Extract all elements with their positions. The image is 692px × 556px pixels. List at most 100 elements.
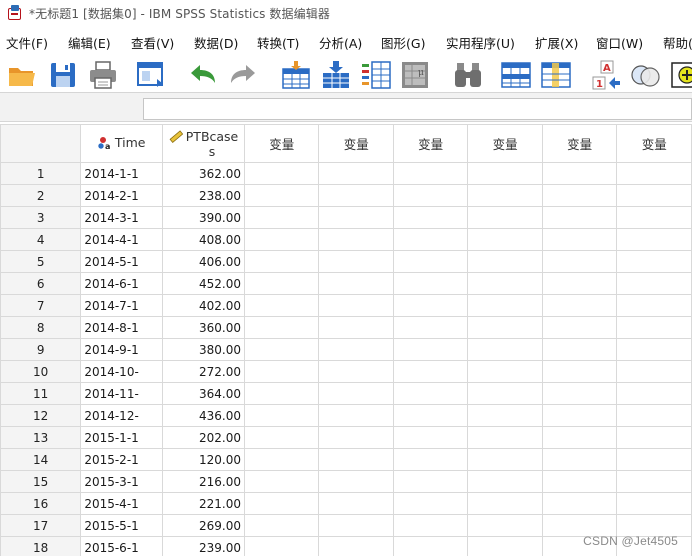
- cell-ptbcases[interactable]: 408.00: [162, 228, 245, 251]
- column-header-empty[interactable]: 变量: [467, 124, 543, 163]
- value-labels-button[interactable]: A 1: [590, 58, 624, 92]
- dialog-recall-button[interactable]: [134, 58, 168, 92]
- cell-empty[interactable]: [243, 448, 320, 471]
- menu-view[interactable]: 查看(V): [131, 33, 174, 52]
- cell-empty[interactable]: [541, 162, 618, 185]
- cell-empty[interactable]: [392, 294, 469, 317]
- cell-time[interactable]: 2014-7-1: [80, 294, 164, 317]
- column-header-empty[interactable]: 变量: [616, 124, 692, 163]
- row-number[interactable]: 14: [0, 448, 82, 471]
- cell-empty[interactable]: [318, 184, 394, 207]
- row-number[interactable]: 17: [0, 514, 82, 537]
- cell-ptbcases[interactable]: 216.00: [162, 470, 245, 493]
- column-header-empty[interactable]: 变量: [243, 124, 320, 163]
- insert-cases-button[interactable]: [499, 58, 533, 92]
- cell-ptbcases[interactable]: 360.00: [162, 316, 245, 339]
- cell-empty[interactable]: [392, 316, 469, 339]
- cell-empty[interactable]: [467, 250, 543, 273]
- cell-time[interactable]: 2015-2-1: [80, 448, 164, 471]
- cell-empty[interactable]: [318, 536, 394, 556]
- cell-empty[interactable]: [318, 228, 394, 251]
- cell-empty[interactable]: [616, 382, 692, 405]
- row-number[interactable]: 10: [0, 360, 82, 383]
- cell-empty[interactable]: [318, 470, 394, 493]
- cell-empty[interactable]: [243, 272, 320, 295]
- cell-empty[interactable]: [467, 316, 543, 339]
- cell-ptbcases[interactable]: 272.00: [162, 360, 245, 383]
- row-number[interactable]: 1: [0, 162, 82, 185]
- cell-empty[interactable]: [243, 404, 320, 427]
- row-number[interactable]: 16: [0, 492, 82, 515]
- run-descriptives-button[interactable]: μ: [398, 58, 432, 92]
- cell-empty[interactable]: [392, 206, 469, 229]
- cell-empty[interactable]: [616, 272, 692, 295]
- show-all-variables-button[interactable]: [668, 58, 692, 92]
- cell-empty[interactable]: [392, 250, 469, 273]
- cell-empty[interactable]: [616, 470, 692, 493]
- find-button[interactable]: [451, 58, 485, 92]
- row-number[interactable]: 5: [0, 250, 82, 273]
- cell-empty[interactable]: [318, 448, 394, 471]
- cell-empty[interactable]: [392, 382, 469, 405]
- cell-time[interactable]: 2015-1-1: [80, 426, 164, 449]
- cell-empty[interactable]: [467, 360, 543, 383]
- cell-time[interactable]: 2015-4-1: [80, 492, 164, 515]
- cell-empty[interactable]: [392, 272, 469, 295]
- cell-empty[interactable]: [392, 448, 469, 471]
- cell-empty[interactable]: [467, 184, 543, 207]
- cell-empty[interactable]: [243, 184, 320, 207]
- cell-empty[interactable]: [243, 470, 320, 493]
- menu-data[interactable]: 数据(D): [194, 33, 238, 52]
- cell-empty[interactable]: [318, 338, 394, 361]
- cell-empty[interactable]: [616, 250, 692, 273]
- menu-help[interactable]: 帮助(H): [663, 33, 692, 52]
- cell-empty[interactable]: [541, 272, 618, 295]
- cell-empty[interactable]: [318, 316, 394, 339]
- cell-empty[interactable]: [392, 536, 469, 556]
- cell-ptbcases[interactable]: 202.00: [162, 426, 245, 449]
- cell-time[interactable]: 2014-11-: [80, 382, 164, 405]
- use-sets-button[interactable]: [628, 58, 662, 92]
- cell-time[interactable]: 2014-4-1: [80, 228, 164, 251]
- cell-time[interactable]: 2015-6-1: [80, 536, 164, 556]
- cell-empty[interactable]: [467, 272, 543, 295]
- cell-empty[interactable]: [541, 404, 618, 427]
- cell-empty[interactable]: [616, 492, 692, 515]
- cell-ptbcases[interactable]: 362.00: [162, 162, 245, 185]
- insert-variable-button[interactable]: [539, 58, 573, 92]
- cell-empty[interactable]: [616, 448, 692, 471]
- cell-empty[interactable]: [243, 316, 320, 339]
- cell-empty[interactable]: [467, 536, 543, 556]
- print-button[interactable]: [86, 58, 120, 92]
- cell-ptbcases[interactable]: 406.00: [162, 250, 245, 273]
- goto-variable-button[interactable]: [319, 58, 353, 92]
- row-number[interactable]: 9: [0, 338, 82, 361]
- cell-empty[interactable]: [318, 404, 394, 427]
- cell-empty[interactable]: [467, 382, 543, 405]
- cell-empty[interactable]: [541, 426, 618, 449]
- cell-ptbcases[interactable]: 390.00: [162, 206, 245, 229]
- cell-empty[interactable]: [467, 514, 543, 537]
- cell-empty[interactable]: [392, 470, 469, 493]
- cell-time[interactable]: 2014-9-1: [80, 338, 164, 361]
- cell-time[interactable]: 2015-3-1: [80, 470, 164, 493]
- cell-empty[interactable]: [392, 162, 469, 185]
- cell-ptbcases[interactable]: 452.00: [162, 272, 245, 295]
- cell-ptbcases[interactable]: 269.00: [162, 514, 245, 537]
- cell-empty[interactable]: [616, 316, 692, 339]
- cell-empty[interactable]: [541, 294, 618, 317]
- cell-empty[interactable]: [467, 162, 543, 185]
- row-number[interactable]: 11: [0, 382, 82, 405]
- menu-file[interactable]: 文件(F): [6, 33, 48, 52]
- menu-extensions[interactable]: 扩展(X): [535, 33, 578, 52]
- row-number[interactable]: 2: [0, 184, 82, 207]
- save-button[interactable]: [46, 58, 80, 92]
- cell-time[interactable]: 2014-6-1: [80, 272, 164, 295]
- cell-ptbcases[interactable]: 238.00: [162, 184, 245, 207]
- row-number[interactable]: 8: [0, 316, 82, 339]
- cell-empty[interactable]: [243, 382, 320, 405]
- cell-empty[interactable]: [318, 250, 394, 273]
- cell-empty[interactable]: [392, 492, 469, 515]
- cell-empty[interactable]: [243, 162, 320, 185]
- cell-empty[interactable]: [243, 250, 320, 273]
